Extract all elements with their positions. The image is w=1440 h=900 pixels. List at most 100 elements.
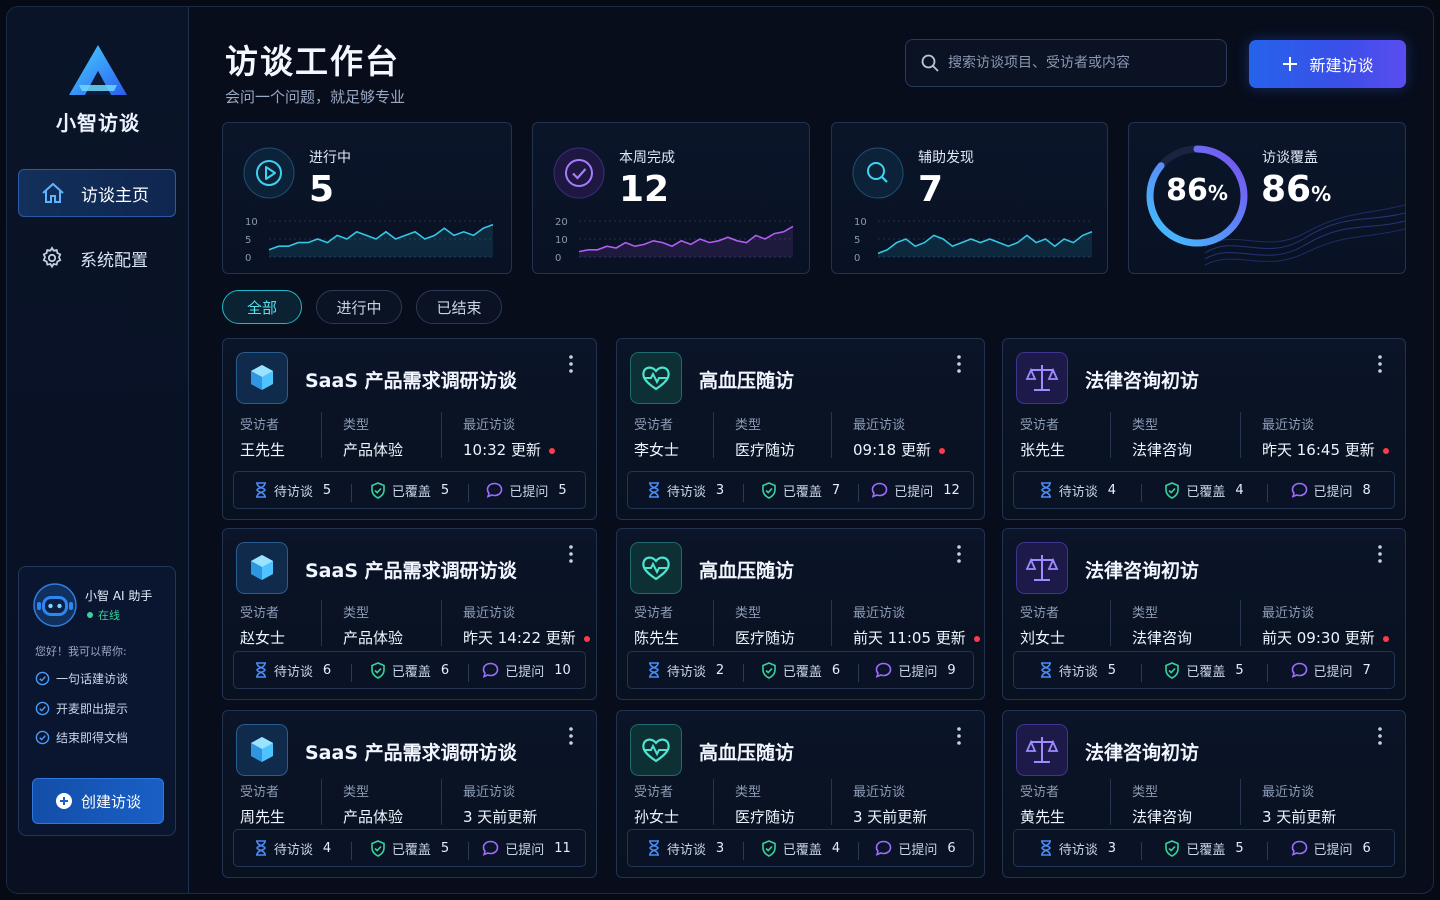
- pending-chip[interactable]: 待访谈 4: [1014, 481, 1141, 500]
- covered-label: 已覆盖: [782, 664, 822, 680]
- stats-bar: 待访谈 5 已覆盖 5 已提问 7: [1013, 651, 1395, 689]
- pending-chip[interactable]: 待访谈 5: [234, 481, 351, 500]
- interviewee-value: 赵女士: [240, 629, 286, 647]
- robot-avatar-icon: [33, 583, 77, 627]
- latest-label: 最近访谈: [853, 418, 906, 433]
- project-card[interactable]: 高血压随访 受访者 孙女士 类型 医疗随访 最近访谈 3 天前更新 待访谈 3 已覆盖 4 已提问 6: [616, 710, 985, 878]
- project-card[interactable]: SaaS 产品需求调研访谈 受访者 赵女士 类型 产品体验 最近访谈 昨天 14:22 更新…: [222, 528, 597, 700]
- asked-chip[interactable]: 已提问 5: [468, 481, 585, 502]
- pending-count: 3: [715, 840, 725, 856]
- pending-label: 待访谈: [1058, 664, 1098, 680]
- more-options-icon[interactable]: [952, 353, 966, 375]
- heart-pulse-icon: [630, 542, 682, 594]
- project-card[interactable]: SaaS 产品需求调研访谈 受访者 周先生 类型 产品体验 最近访谈 3 天前更新 待访谈 4 已…: [222, 710, 597, 878]
- divider: [713, 779, 714, 825]
- latest-label: 最近访谈: [463, 785, 516, 800]
- type-label: 类型: [343, 785, 370, 800]
- pending-label: 待访谈: [1058, 484, 1098, 500]
- pending-chip[interactable]: 待访谈 4: [234, 839, 351, 858]
- ai-assistant-panel: 小智 AI 助手 在线 您好！我可以帮你: 一句话建访谈 开麦即出提示 结束即得…: [18, 566, 176, 836]
- asked-chip[interactable]: 已提问 11: [468, 839, 585, 860]
- sparkline-area: [269, 224, 493, 257]
- unread-dot: [549, 447, 555, 454]
- pending-chip[interactable]: 待访谈 3: [628, 481, 743, 500]
- latest-label: 最近访谈: [1262, 785, 1315, 800]
- pending-chip[interactable]: 待访谈 6: [234, 661, 351, 680]
- asked-chip[interactable]: 已提问 6: [1267, 839, 1394, 860]
- nav-item-home[interactable]: 访谈主页: [18, 169, 176, 217]
- more-options-icon[interactable]: [1373, 353, 1387, 375]
- latest-value: 09:18 更新: [853, 439, 945, 460]
- asked-chip[interactable]: 已提问 7: [1267, 661, 1394, 682]
- more-options-icon[interactable]: [952, 725, 966, 747]
- asked-chip[interactable]: 已提问 6: [858, 839, 973, 860]
- ring-value-number: 86: [1166, 173, 1208, 208]
- latest-value: 3 天前更新: [1262, 806, 1336, 827]
- search-box[interactable]: [905, 39, 1227, 87]
- covered-chip[interactable]: 已覆盖 5: [351, 839, 468, 860]
- nav-item-settings[interactable]: 系统配置: [18, 234, 176, 282]
- more-options-icon[interactable]: [564, 543, 578, 565]
- asked-chip[interactable]: 已提问 10: [468, 661, 585, 682]
- project-card[interactable]: 法律咨询初访 受访者 刘女士 类型 法律咨询 最近访谈 前天 09:30 更新 待访谈 5 已覆盖…: [1002, 528, 1406, 700]
- project-title: 法律咨询初访: [1085, 370, 1200, 392]
- covered-chip[interactable]: 已覆盖 4: [1140, 481, 1268, 502]
- pending-count: 6: [322, 662, 332, 678]
- more-options-icon[interactable]: [564, 353, 578, 375]
- project-card[interactable]: 法律咨询初访 受访者 张先生 类型 法律咨询 最近访谈 昨天 16:45 更新 待访谈 4 已覆盖…: [1002, 338, 1406, 520]
- project-card[interactable]: 高血压随访 受访者 陈先生 类型 医疗随访 最近访谈 前天 11:05 更新 待访谈 2 已覆盖 6…: [616, 528, 985, 700]
- project-card[interactable]: 法律咨询初访 受访者 黄先生 类型 法律咨询 最近访谈 3 天前更新 待访谈 3 已覆盖 5 已提问 6: [1002, 710, 1406, 878]
- latest-label: 最近访谈: [463, 418, 516, 433]
- search-input[interactable]: [948, 55, 1208, 71]
- tab-in-progress[interactable]: 进行中: [316, 290, 402, 324]
- pending-chip[interactable]: 待访谈 3: [1014, 839, 1141, 858]
- covered-chip[interactable]: 已覆盖 5: [1140, 661, 1268, 682]
- pending-chip[interactable]: 待访谈 3: [628, 839, 743, 858]
- pending-chip[interactable]: 待访谈 2: [628, 661, 743, 680]
- stats-bar: 待访谈 5 已覆盖 5 已提问 5: [233, 471, 586, 509]
- shield-check-icon: [762, 661, 776, 679]
- project-card[interactable]: SaaS 产品需求调研访谈 受访者 王先生 类型 产品体验 最近访谈 10:32 更新 待访谈…: [222, 338, 597, 520]
- hourglass-icon: [255, 662, 266, 678]
- covered-chip[interactable]: 已覆盖 6: [351, 661, 468, 682]
- stats-bar: 待访谈 4 已覆盖 5 已提问 11: [233, 829, 586, 867]
- interviewee-label: 受访者: [1020, 418, 1060, 433]
- more-options-icon[interactable]: [1373, 543, 1387, 565]
- latest-value: 3 天前更新: [463, 806, 537, 827]
- stats-bar: 待访谈 4 已覆盖 4 已提问 8: [1013, 471, 1395, 509]
- more-options-icon[interactable]: [564, 725, 578, 747]
- stats-bar: 待访谈 3 已覆盖 5 已提问 6: [1013, 829, 1395, 867]
- divider: [1240, 779, 1241, 825]
- asked-chip[interactable]: 已提问 8: [1267, 481, 1394, 502]
- type-value: 医疗随访: [735, 629, 796, 647]
- type-label: 类型: [735, 418, 762, 433]
- pending-chip[interactable]: 待访谈 5: [1014, 661, 1141, 680]
- unread-dot: [583, 635, 590, 642]
- covered-chip[interactable]: 已覆盖 6: [743, 661, 858, 682]
- new-interview-button[interactable]: 新建访谈: [1249, 40, 1406, 88]
- latest-text: 昨天 16:45 更新: [1262, 441, 1375, 459]
- asked-chip[interactable]: 已提问 12: [858, 481, 973, 502]
- asked-chip[interactable]: 已提问 9: [858, 661, 973, 682]
- interviewee-value: 李女士: [634, 441, 680, 459]
- type-label: 类型: [343, 606, 370, 621]
- asked-label: 已提问: [898, 842, 938, 858]
- check-circle-icon: [35, 730, 50, 745]
- tab-finished[interactable]: 已结束: [416, 290, 502, 324]
- covered-chip[interactable]: 已覆盖 4: [743, 839, 858, 860]
- covered-chip[interactable]: 已覆盖 7: [743, 481, 858, 502]
- coverage-unit: %: [1311, 182, 1332, 206]
- y-tick-label: 5: [245, 235, 251, 246]
- tab-all[interactable]: 全部: [222, 290, 302, 324]
- more-options-icon[interactable]: [952, 543, 966, 565]
- project-card[interactable]: 高血压随访 受访者 李女士 类型 医疗随访 最近访谈 09:18 更新 待访谈 3 已覆盖 7 已提问…: [616, 338, 985, 520]
- latest-text: 3 天前更新: [1262, 808, 1337, 826]
- divider: [321, 600, 322, 646]
- more-options-icon[interactable]: [1373, 725, 1387, 747]
- project-title: 法律咨询初访: [1085, 742, 1200, 764]
- covered-chip[interactable]: 已覆盖 5: [351, 481, 468, 502]
- divider: [831, 412, 832, 458]
- shield-check-icon: [1165, 481, 1180, 499]
- covered-chip[interactable]: 已覆盖 5: [1140, 839, 1268, 860]
- create-interview-button[interactable]: 创建访谈: [32, 778, 164, 824]
